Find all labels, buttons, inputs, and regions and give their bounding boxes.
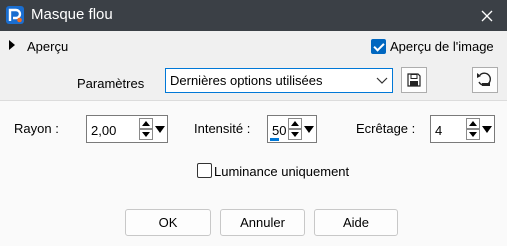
arrow-up-icon: [142, 121, 150, 126]
image-preview-checkbox[interactable]: [371, 39, 386, 54]
intensity-label: Intensité :: [194, 121, 251, 136]
clipping-decrement-button[interactable]: [466, 129, 480, 140]
preset-select-value: Dernières options utilisées: [170, 73, 323, 88]
preview-label[interactable]: Aperçu: [27, 39, 68, 54]
clipping-dropdown-button[interactable]: [481, 118, 492, 140]
help-button[interactable]: Aide: [314, 209, 398, 236]
intensity-increment-button[interactable]: [288, 118, 302, 129]
dropdown-arrow-icon: [303, 125, 314, 133]
preview-row: Aperçu Aperçu de l'image: [0, 31, 507, 61]
title-bar: Masque flou: [0, 0, 507, 31]
paintshop-icon: [6, 6, 24, 24]
arrow-up-icon: [469, 121, 477, 126]
clipping-value: 4: [435, 123, 443, 138]
reset-arrow-icon: [477, 72, 491, 86]
intensity-stepper[interactable]: 50: [267, 115, 317, 143]
intensity-value: 50: [272, 123, 287, 138]
radius-increment-button[interactable]: [139, 118, 153, 129]
save-preset-button[interactable]: [401, 67, 427, 93]
radius-decrement-button[interactable]: [139, 129, 153, 140]
arrow-up-icon: [291, 121, 299, 126]
arrow-down-icon: [142, 132, 150, 137]
radius-label: Rayon :: [14, 121, 59, 136]
settings-label: Paramètres: [77, 76, 145, 91]
cancel-button[interactable]: Annuler: [220, 209, 305, 236]
dropdown-arrow-icon: [154, 125, 165, 133]
intensity-decrement-button[interactable]: [288, 129, 302, 140]
floppy-disk-icon: [407, 73, 421, 87]
clipping-stepper[interactable]: 4: [430, 115, 495, 143]
settings-row: Paramètres Dernières options utilisées: [0, 61, 507, 99]
intensity-level-bar: [270, 138, 279, 141]
clipping-increment-button[interactable]: [466, 118, 480, 129]
ok-button[interactable]: OK: [125, 209, 211, 236]
image-preview-label[interactable]: Aperçu de l'image: [390, 39, 494, 54]
close-button[interactable]: [467, 0, 507, 31]
expand-triangle-icon[interactable]: [9, 40, 15, 50]
chevron-down-icon: [376, 77, 388, 84]
reset-button[interactable]: [472, 67, 498, 93]
preset-select[interactable]: Dernières options utilisées: [165, 68, 393, 93]
dropdown-arrow-icon: [481, 125, 492, 133]
clipping-label: Ecrêtage :: [356, 121, 416, 136]
radius-stepper[interactable]: 2,00: [86, 115, 168, 143]
arrow-down-icon: [469, 132, 477, 137]
parameters-panel: Rayon : 2,00 Intensité : 50 Ecrêtage : 4…: [0, 100, 507, 246]
luminance-only-label[interactable]: Luminance uniquement: [214, 164, 349, 179]
radius-value: 2,00: [91, 123, 117, 138]
luminance-only-checkbox[interactable]: [197, 163, 212, 178]
close-icon: [481, 10, 493, 21]
intensity-dropdown-button[interactable]: [303, 118, 314, 140]
window-title: Masque flou: [31, 6, 113, 23]
arrow-down-icon: [291, 132, 299, 137]
radius-dropdown-button[interactable]: [154, 118, 165, 140]
